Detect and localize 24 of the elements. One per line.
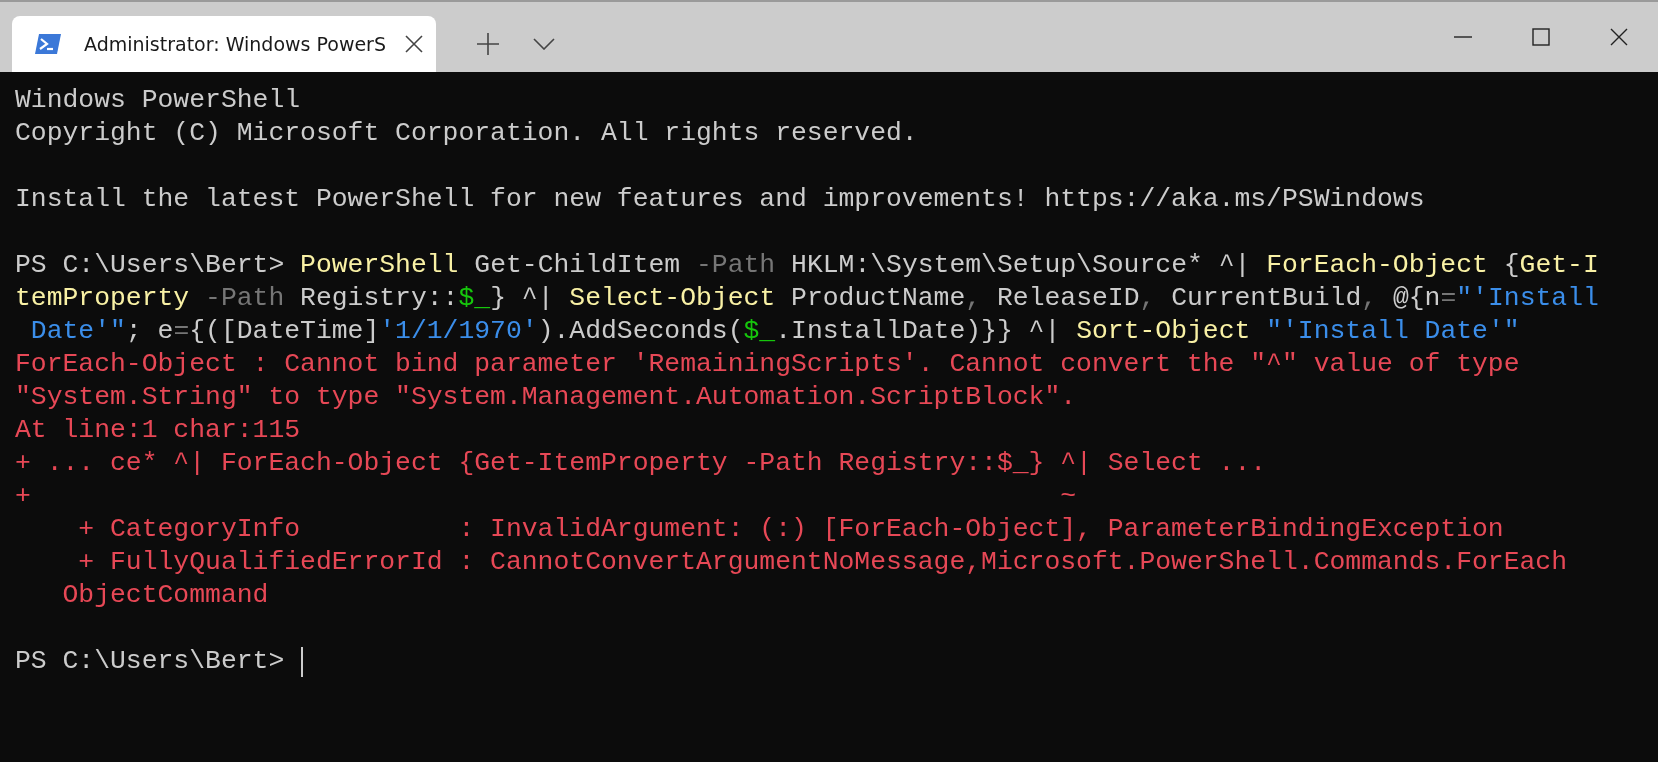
terminal-line: PS C:\Users\Bert> [15,645,286,678]
terminal-line: Date'"; e={([DateTime]'1/1/1970').AddSeconds($_.InstallDate)}} ^| Sort-Object "'Install Date'" [29,315,1520,348]
terminal-line: ForEach-Object : Cannot bind parameter 'RemainingScripts'. Cannot convert the "^" value of type [15,348,1520,381]
terminal-line: + FullyQualifiedErrorId : CannotConvertArgumentNoMessage,Microsoft.PowerShell.Commands.ForEach [77,546,1568,579]
terminal-line: "System.String" to type "System.Management.Automation.ScriptBlock". [15,381,1077,414]
maximize-icon [1532,28,1550,46]
plus-icon [477,33,499,55]
close-icon [405,35,423,53]
close-icon [1610,28,1628,46]
terminal-line: Windows PowerShell [15,84,301,117]
chevron-down-icon [533,38,555,50]
terminal-line: + ... ce* ^| ForEach-Object {Get-ItemProperty -Path Registry::$_} ^| Select ... [15,447,1267,480]
terminal-line: Install the latest PowerShell for new features and improvements! https://aka.ms/PSWindows [15,183,1425,216]
terminal-line: + CategoryInfo : InvalidArgument: (:) [ForEach-Object], ParameterBindingException [77,513,1504,546]
terminal-line: ObjectCommand [61,579,269,612]
terminal-line: temProperty -Path Registry::$_} ^| Select-Object ProductName, ReleaseID, CurrentBuild, @{n="'Install [15,282,1599,315]
powershell-icon [34,33,62,55]
terminal-line: Copyright (C) Microsoft Corporation. All rights reserved. [15,117,918,150]
tab-title: Administrator: Windows PowerS [84,33,386,55]
terminal-line: PS C:\Users\Bert> PowerShell Get-ChildItem -Path HKLM:\System\Setup\Source* ^| ForEach-Object {Get-I [15,249,1599,282]
terminal-line: + ~ [15,480,1077,513]
terminal-line: At line:1 char:115 [15,414,301,447]
minimize-icon [1454,36,1472,38]
terminal-tab[interactable]: Administrator: Windows PowerS [12,16,436,72]
